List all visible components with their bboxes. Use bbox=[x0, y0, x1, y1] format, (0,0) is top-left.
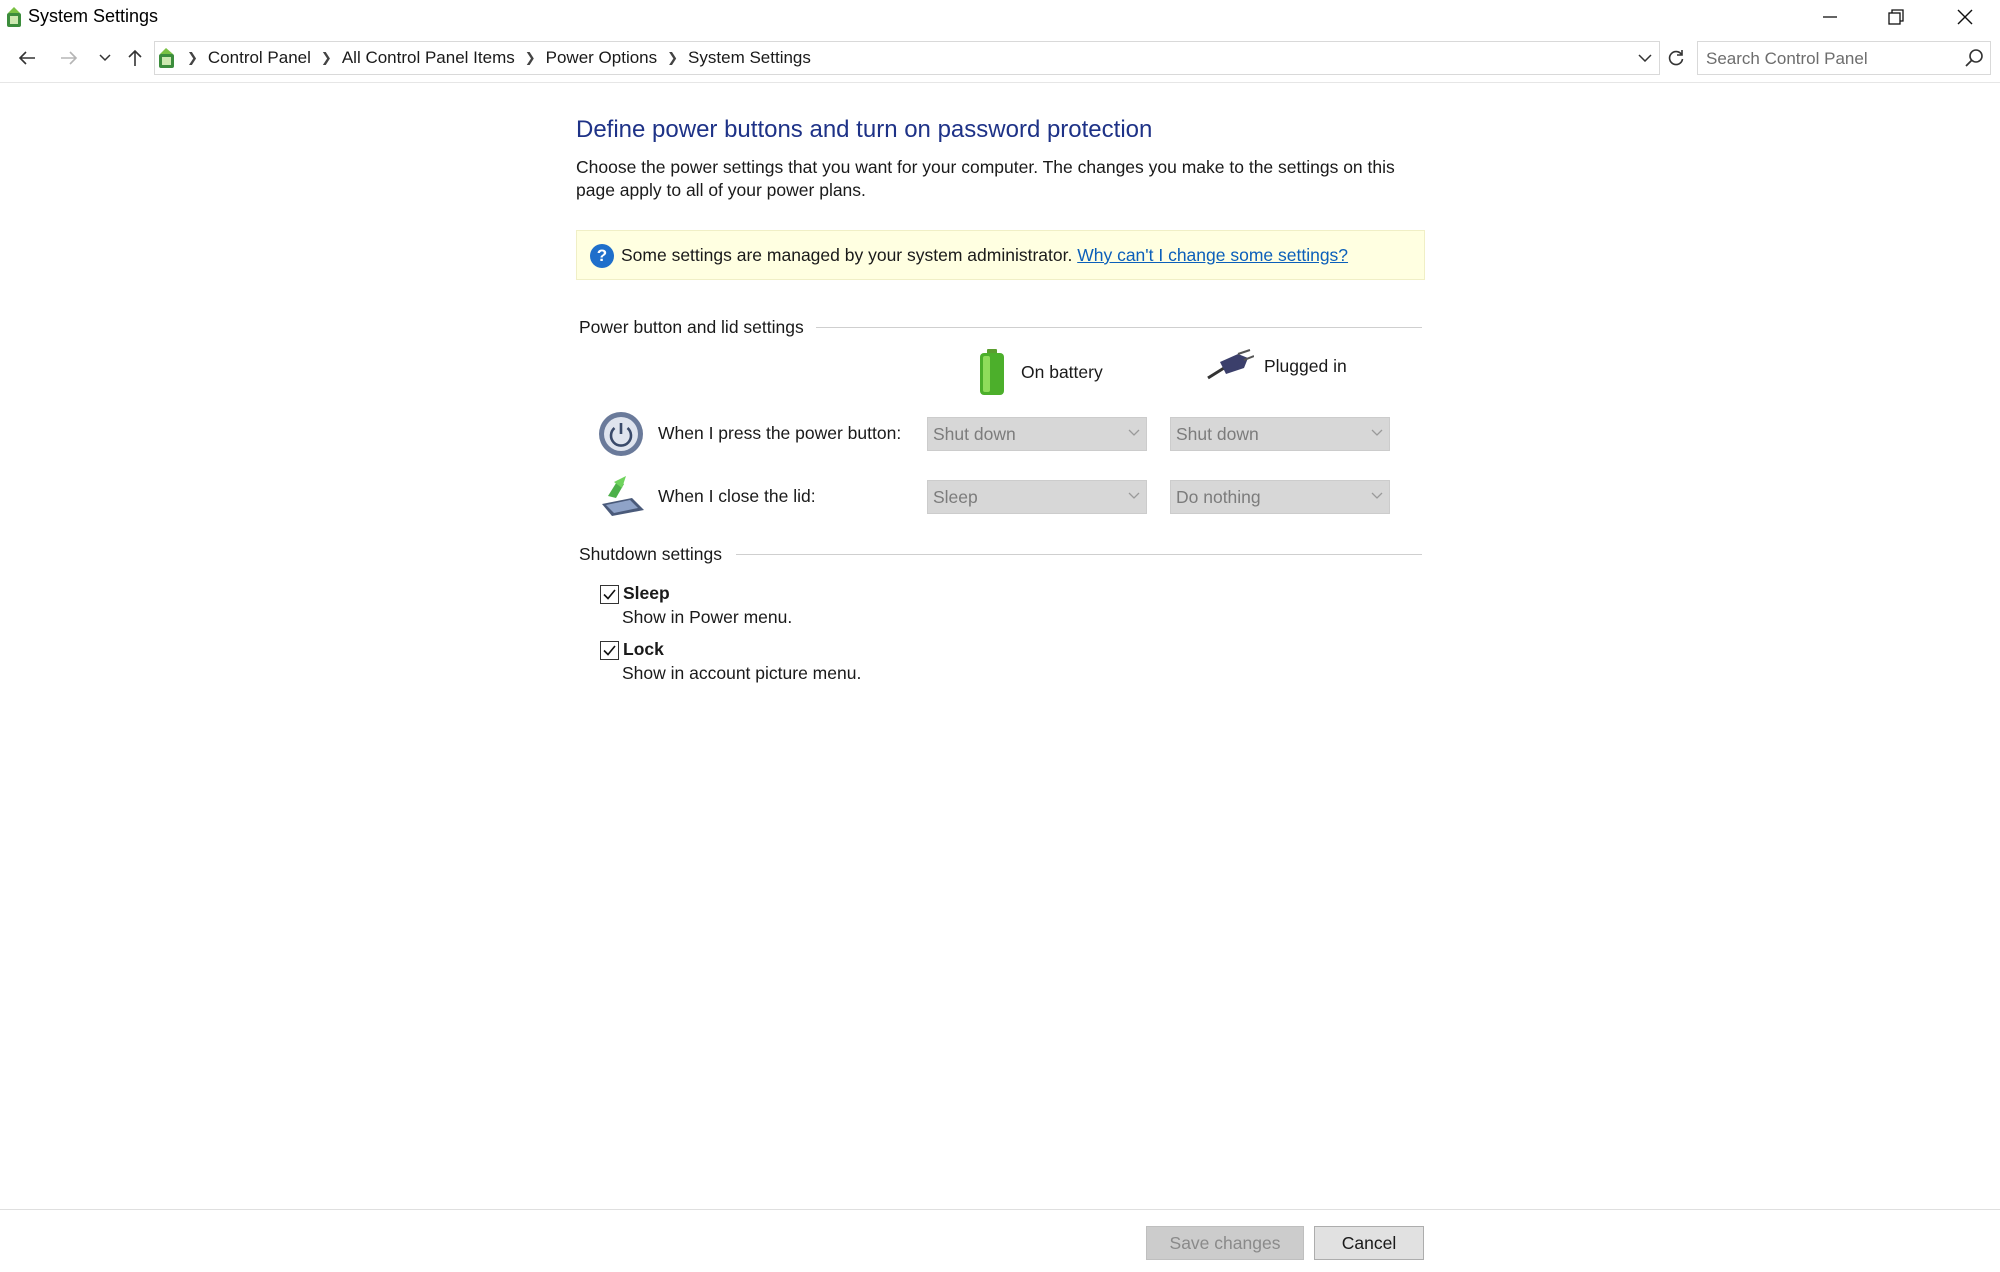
lock-option-title[interactable]: Lock bbox=[623, 639, 664, 660]
minimize-button[interactable] bbox=[1797, 0, 1863, 34]
search-box[interactable]: Search Control Panel bbox=[1697, 41, 1991, 75]
window-title: System Settings bbox=[28, 6, 159, 26]
info-message-row: Some settings are managed by your system… bbox=[621, 245, 1348, 266]
plugged-in-label: Plugged in bbox=[1264, 355, 1347, 376]
power-plug-icon bbox=[1207, 349, 1254, 380]
section-divider bbox=[816, 327, 1422, 328]
minimize-icon bbox=[1823, 16, 1837, 18]
breadcrumb-separator-icon[interactable]: ❯ bbox=[317, 50, 336, 66]
chevron-down-icon bbox=[1371, 492, 1383, 499]
search-icon[interactable] bbox=[1964, 48, 1984, 68]
breadcrumb-separator-icon: ❯ bbox=[187, 50, 198, 65]
chevron-down-icon bbox=[1128, 429, 1140, 436]
forward-arrow-icon bbox=[61, 51, 78, 65]
control-panel-location-icon bbox=[159, 48, 174, 68]
sleep-option-subtitle: Show in Power menu. bbox=[622, 607, 793, 627]
close-lid-plugged-select[interactable]: Do nothing bbox=[1170, 480, 1390, 514]
cancel-button[interactable]: Cancel bbox=[1314, 1226, 1424, 1260]
chevron-down-icon bbox=[99, 54, 111, 62]
power-button-battery-select[interactable]: Shut down bbox=[927, 417, 1147, 451]
section-divider bbox=[736, 554, 1422, 555]
save-changes-button[interactable]: Save changes bbox=[1146, 1226, 1304, 1260]
refresh-button[interactable] bbox=[1660, 41, 1692, 75]
checkmark-icon bbox=[603, 589, 616, 600]
back-arrow-icon bbox=[18, 51, 35, 65]
admin-info-bar: ? Some settings are managed by your syst… bbox=[576, 230, 1425, 280]
breadcrumb-all-items[interactable]: All Control Panel Items bbox=[336, 48, 521, 68]
control-panel-icon bbox=[7, 7, 21, 27]
forward-button[interactable] bbox=[52, 42, 86, 74]
close-icon bbox=[1957, 9, 1973, 25]
power-button-label: When I press the power button: bbox=[658, 423, 902, 443]
shutdown-section-heading: Shutdown settings bbox=[579, 544, 723, 564]
search-placeholder[interactable]: Search Control Panel bbox=[1706, 49, 1868, 69]
why-cant-change-link[interactable]: Why can't I change some settings? bbox=[1077, 245, 1348, 265]
page-title: Define power buttons and turn on passwor… bbox=[576, 116, 1153, 143]
chevron-down-icon bbox=[1128, 492, 1140, 499]
chevron-down-icon bbox=[1638, 54, 1652, 62]
power-section-heading: Power button and lid settings bbox=[579, 317, 804, 337]
divider bbox=[0, 82, 2000, 83]
breadcrumb-system-settings[interactable]: System Settings bbox=[682, 48, 817, 68]
lock-option-subtitle: Show in account picture menu. bbox=[622, 663, 862, 683]
restore-button[interactable] bbox=[1863, 0, 1929, 34]
select-value: Shut down bbox=[933, 424, 1016, 444]
breadcrumb-control-panel[interactable]: Control Panel bbox=[202, 48, 317, 68]
refresh-icon bbox=[1668, 50, 1684, 66]
laptop-lid-icon bbox=[602, 476, 644, 516]
title-bar: System Settings bbox=[0, 0, 2000, 34]
divider bbox=[0, 1209, 2000, 1210]
back-button[interactable] bbox=[10, 42, 44, 74]
checkmark-icon bbox=[603, 645, 616, 656]
on-battery-label: On battery bbox=[1021, 361, 1103, 382]
power-button-icon bbox=[599, 412, 643, 456]
sleep-option-title[interactable]: Sleep bbox=[623, 583, 670, 604]
column-plugged-in: Plugged in bbox=[1204, 348, 1347, 384]
up-button[interactable] bbox=[118, 42, 152, 74]
info-message: Some settings are managed by your system… bbox=[621, 245, 1073, 265]
sleep-checkbox[interactable] bbox=[600, 585, 619, 604]
close-lid-battery-select[interactable]: Sleep bbox=[927, 480, 1147, 514]
select-value: Do nothing bbox=[1176, 487, 1261, 507]
address-bar[interactable]: ❯ Control Panel ❯ All Control Panel Item… bbox=[154, 41, 1660, 75]
address-dropdown-button[interactable] bbox=[1631, 42, 1659, 74]
navigation-bar: ❯ Control Panel ❯ All Control Panel Item… bbox=[0, 40, 2000, 76]
close-lid-label: When I close the lid: bbox=[658, 486, 816, 506]
select-value: Sleep bbox=[933, 487, 978, 507]
help-question-icon: ? bbox=[590, 244, 614, 268]
chevron-down-icon bbox=[1371, 429, 1383, 436]
battery-icon bbox=[980, 349, 1004, 395]
breadcrumb-separator-icon[interactable]: ❯ bbox=[663, 50, 682, 66]
select-value: Shut down bbox=[1176, 424, 1259, 444]
lock-checkbox[interactable] bbox=[600, 641, 619, 660]
restore-icon bbox=[1888, 9, 1904, 25]
breadcrumb: ❯ Control Panel ❯ All Control Panel Item… bbox=[155, 42, 817, 74]
power-button-plugged-select[interactable]: Shut down bbox=[1170, 417, 1390, 451]
page-description: Choose the power settings that you want … bbox=[576, 157, 1395, 200]
up-arrow-icon bbox=[128, 49, 142, 66]
recent-locations-button[interactable] bbox=[90, 42, 120, 74]
breadcrumb-power-options[interactable]: Power Options bbox=[540, 48, 664, 68]
close-button[interactable] bbox=[1932, 0, 1998, 34]
breadcrumb-separator-icon[interactable]: ❯ bbox=[521, 50, 540, 66]
column-on-battery: On battery bbox=[975, 348, 1103, 396]
